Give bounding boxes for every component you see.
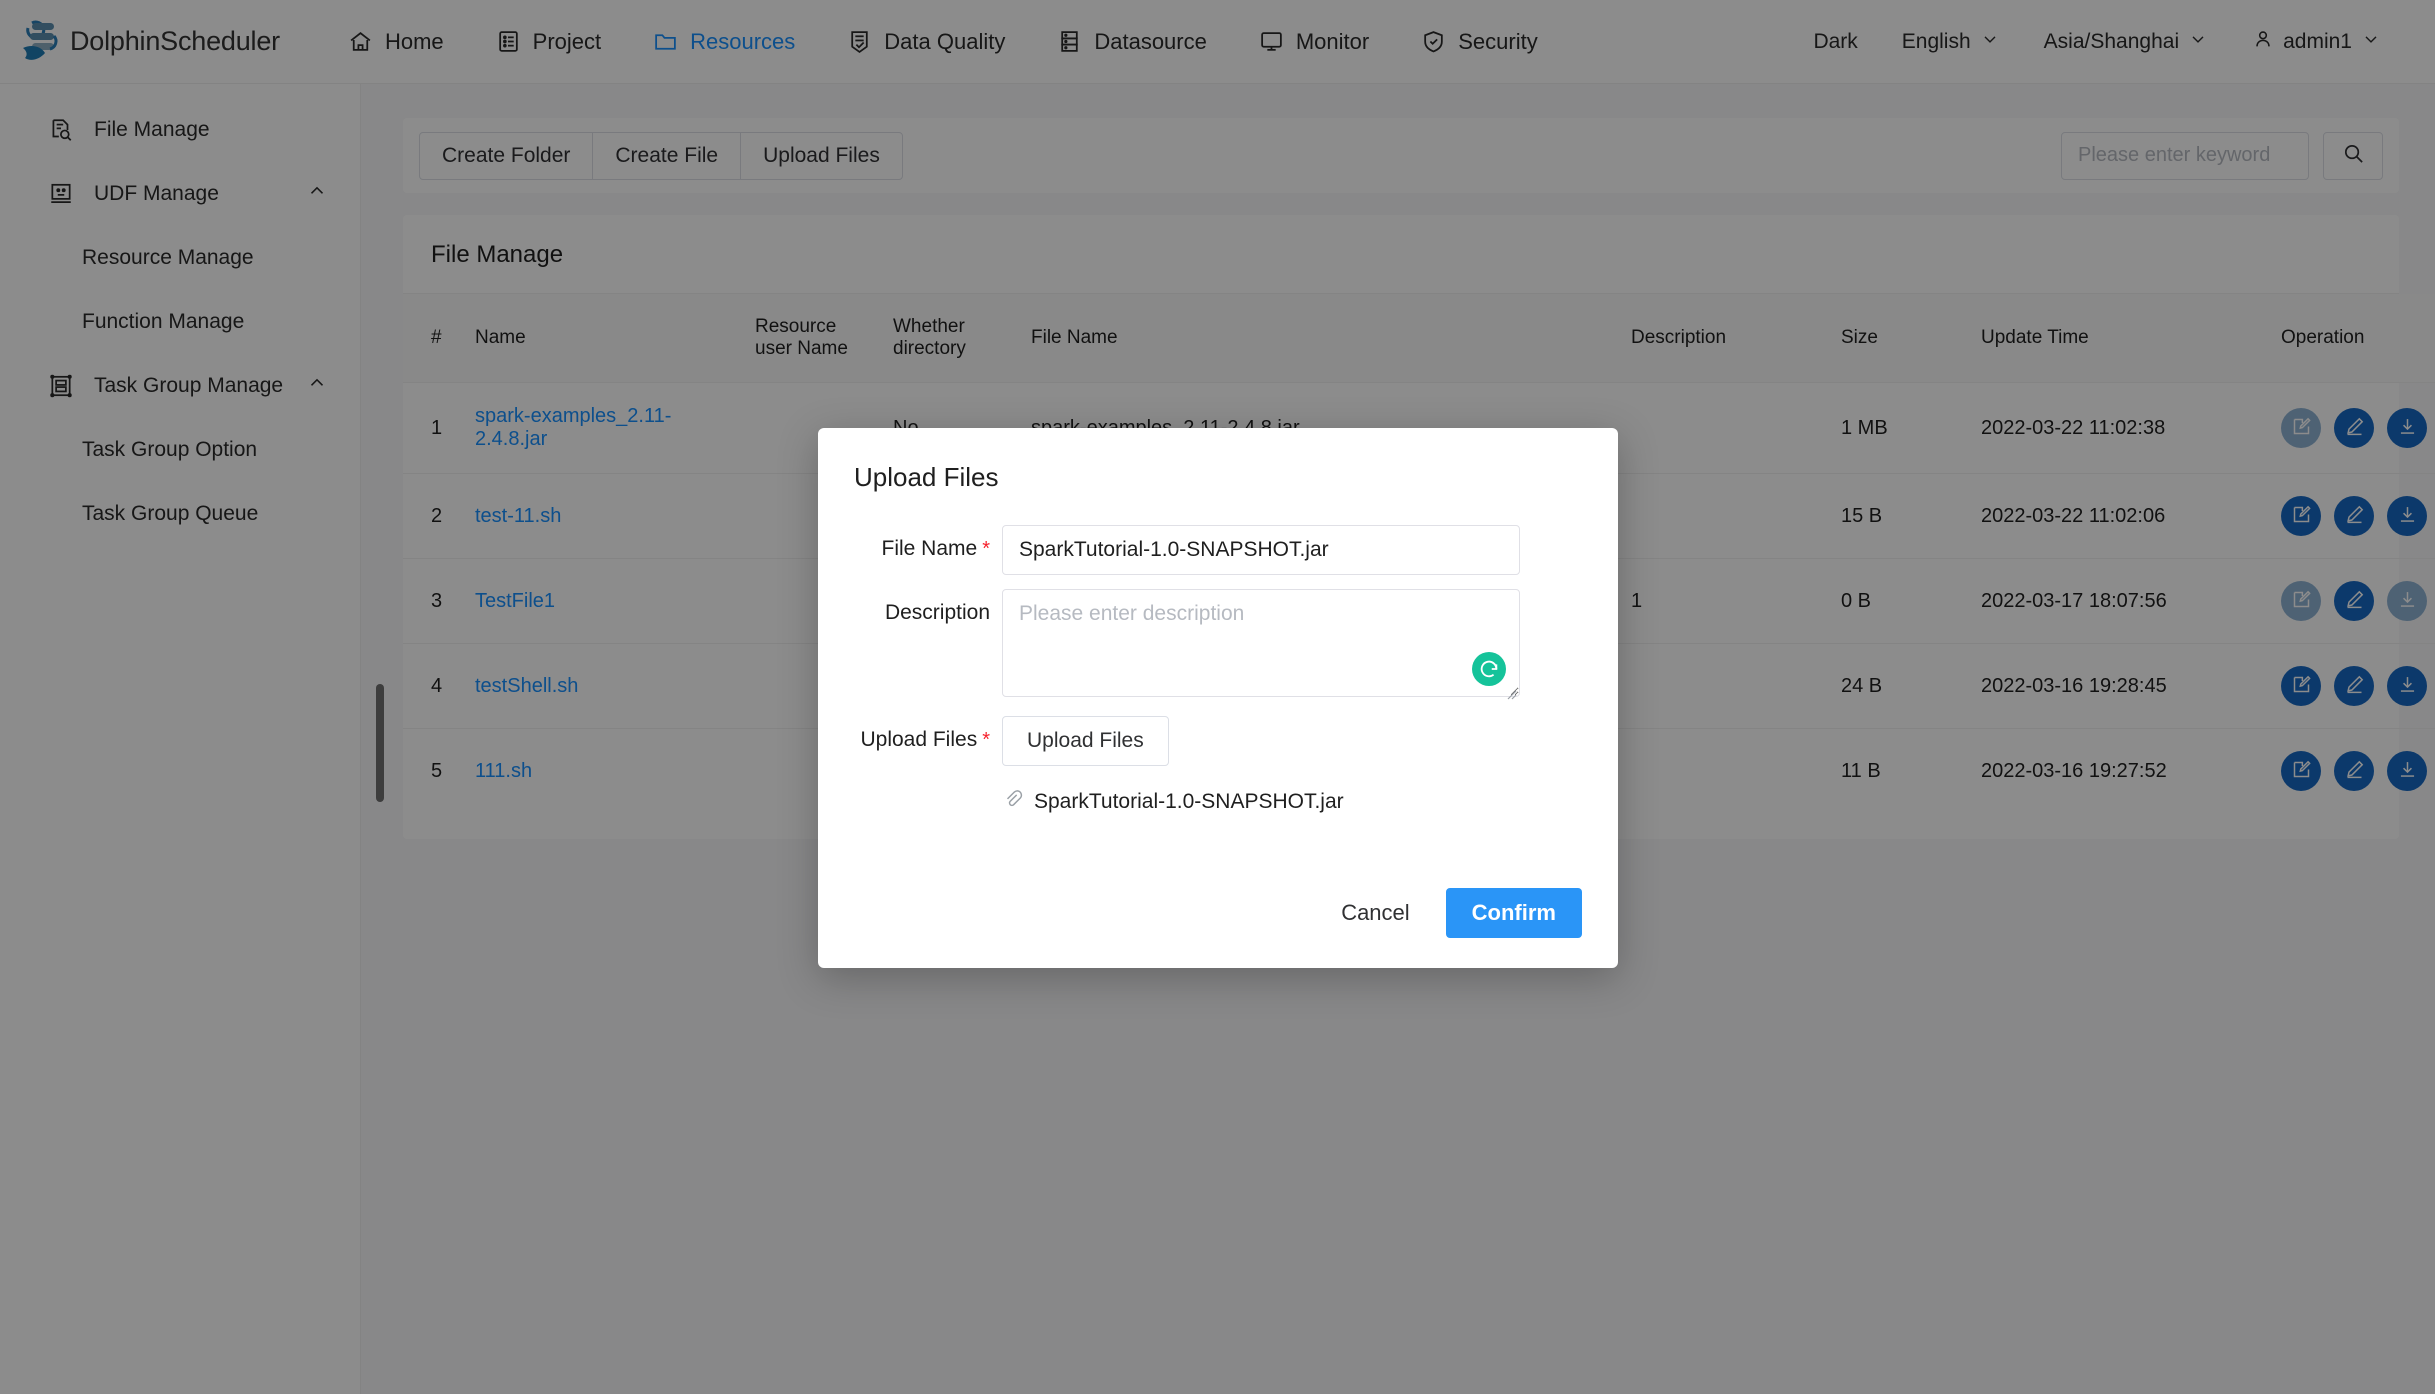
file-name-label: File Name* xyxy=(854,525,1002,573)
description-control xyxy=(1002,589,1582,702)
modal-footer: Cancel Confirm xyxy=(1327,888,1582,938)
upload-files-modal: Upload Files File Name* Description xyxy=(818,428,1618,968)
attached-file-item[interactable]: SparkTutorial-1.0-SNAPSHOT.jar xyxy=(1002,788,1582,816)
upload-files-label-text: Upload Files xyxy=(860,728,977,751)
upload-files-label: Upload Files* xyxy=(854,716,1002,764)
paperclip-icon xyxy=(1002,788,1024,816)
modal-upload-files-button[interactable]: Upload Files xyxy=(1002,716,1169,766)
file-name-control xyxy=(1002,525,1582,575)
cancel-button[interactable]: Cancel xyxy=(1327,890,1423,936)
upload-files-control: Upload Files SparkTutorial-1.0-SNAPSHOT.… xyxy=(1002,716,1582,816)
description-textarea[interactable] xyxy=(1002,589,1520,697)
confirm-button[interactable]: Confirm xyxy=(1446,888,1582,938)
modal-body: File Name* Description xyxy=(818,493,1618,816)
required-asterisk: * xyxy=(982,538,990,560)
modal-title: Upload Files xyxy=(818,428,1618,493)
upload-files-row: Upload Files* Upload Files SparkTutorial… xyxy=(854,716,1582,816)
file-name-row: File Name* xyxy=(854,525,1582,575)
required-asterisk: * xyxy=(982,729,990,751)
description-label: Description xyxy=(854,589,1002,637)
file-name-label-text: File Name xyxy=(882,537,978,560)
attached-file-name: SparkTutorial-1.0-SNAPSHOT.jar xyxy=(1034,790,1344,814)
description-area-wrap xyxy=(1002,589,1520,702)
grammarly-badge-icon[interactable] xyxy=(1472,652,1506,686)
file-name-input[interactable] xyxy=(1002,525,1520,575)
description-row: Description xyxy=(854,589,1582,702)
